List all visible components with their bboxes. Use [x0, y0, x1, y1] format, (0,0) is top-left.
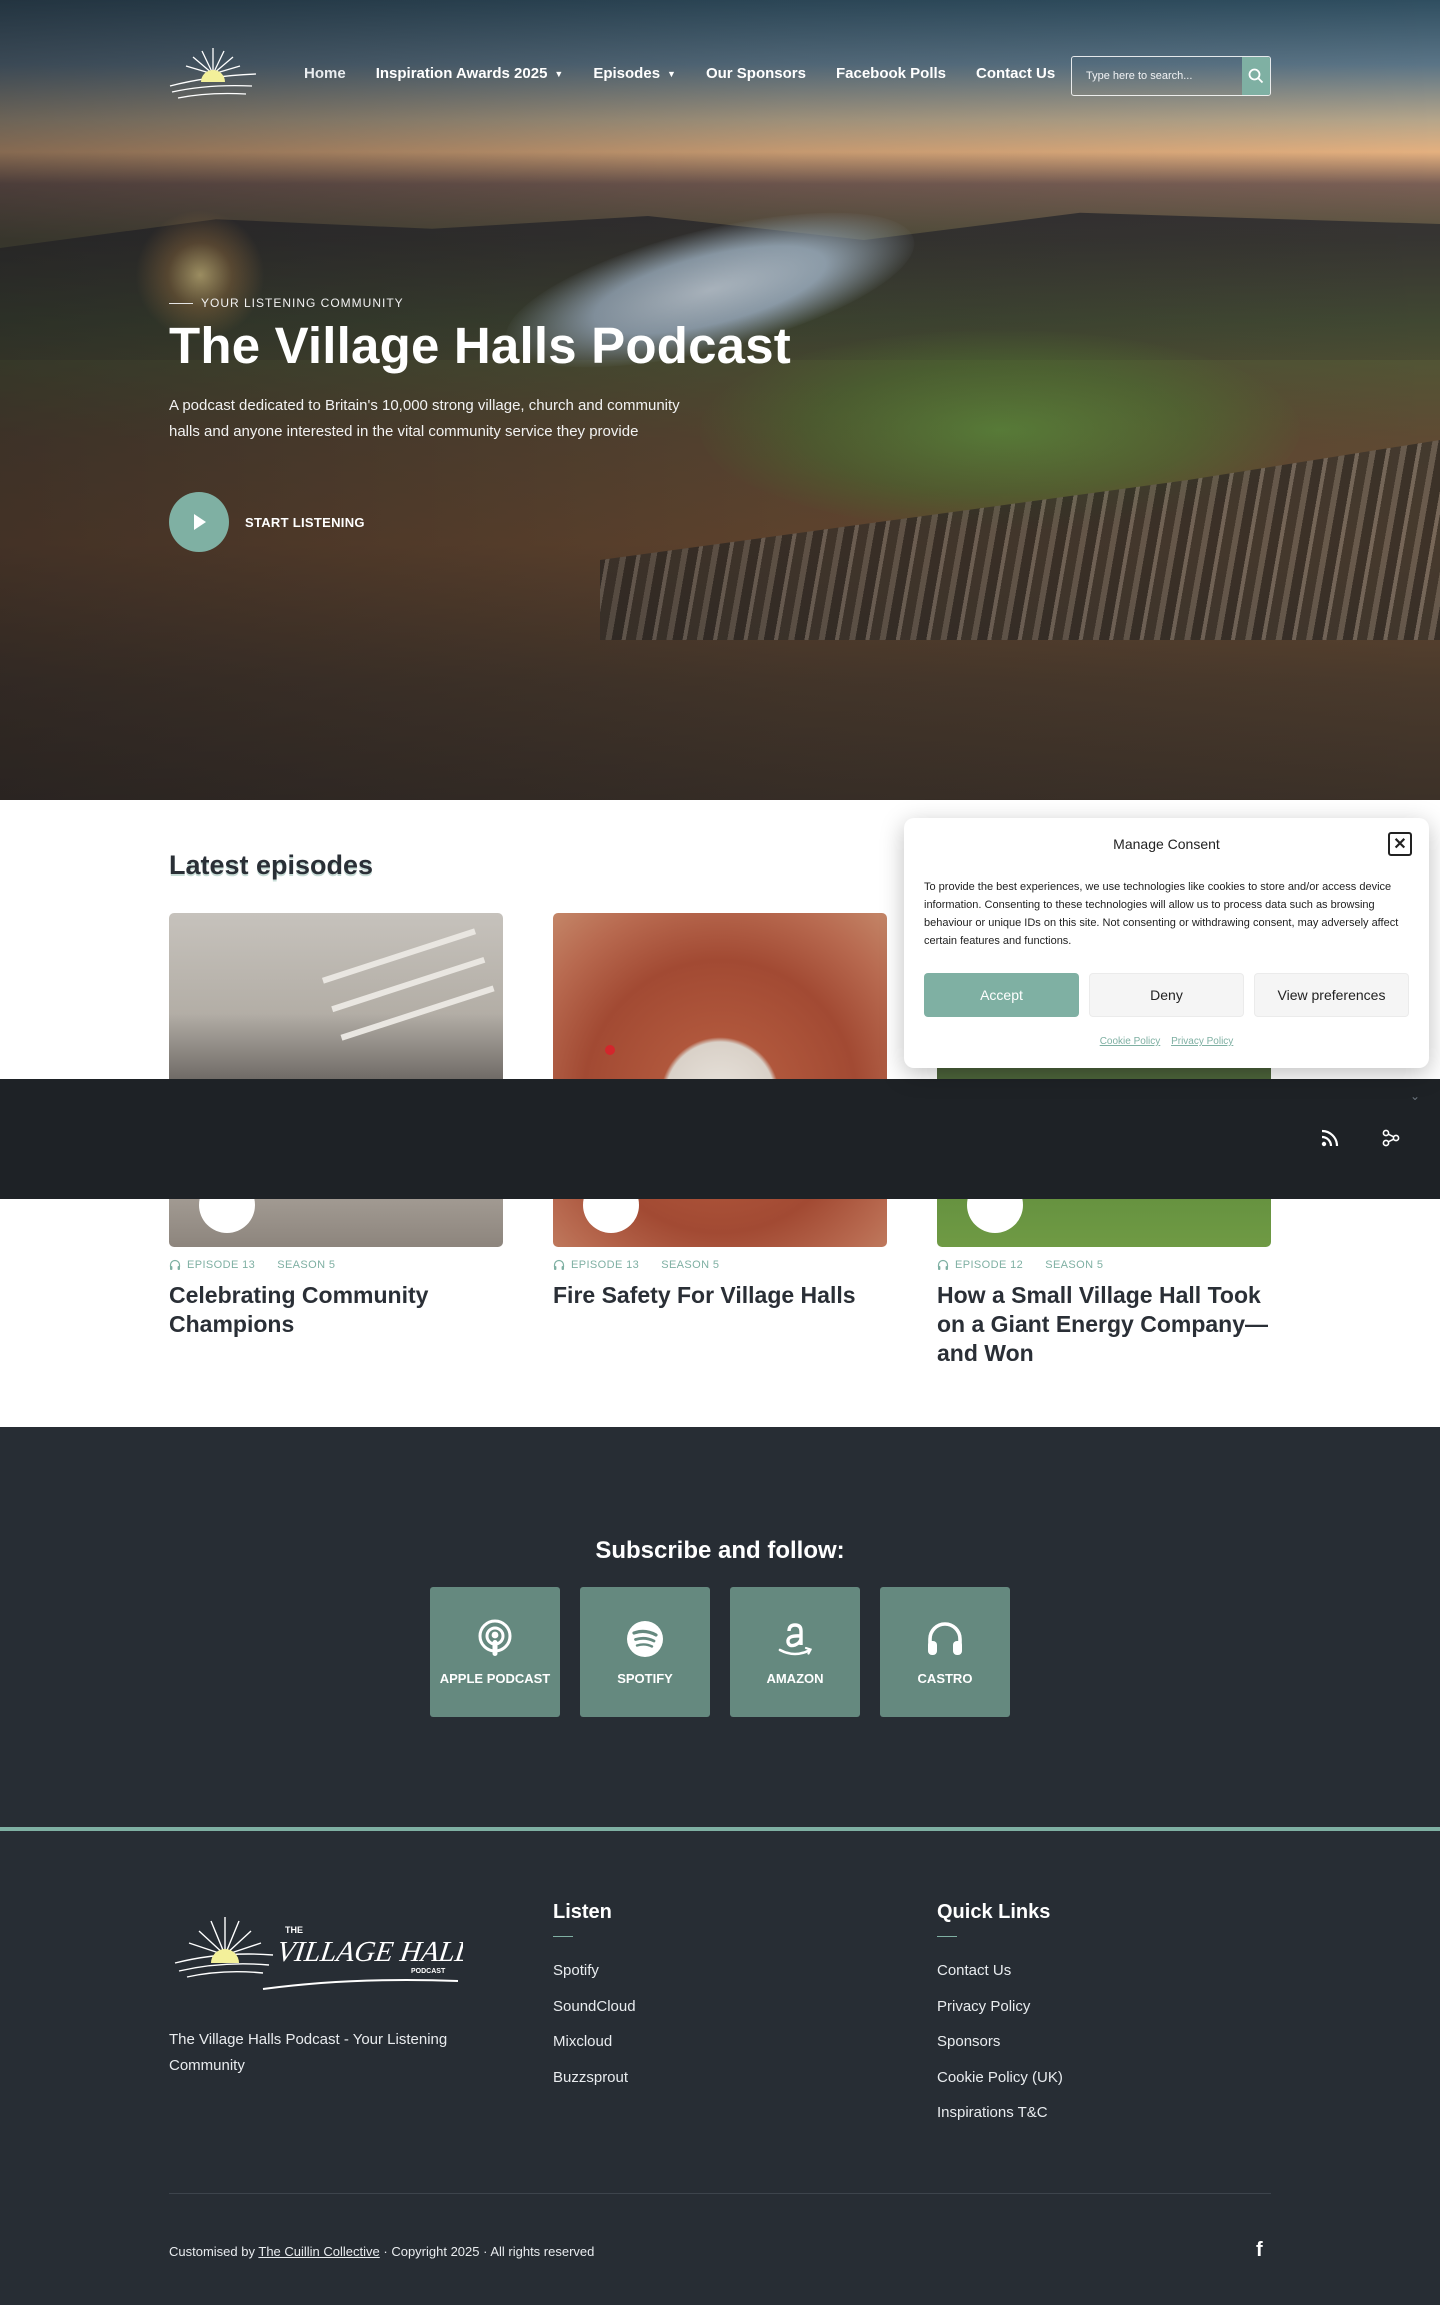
- chevron-down-icon[interactable]: ⌄: [1410, 1089, 1420, 1103]
- subscribe-tiles: APPLE PODCAST SPOTIFY AMAZON CASTRO: [430, 1587, 1010, 1717]
- share-button[interactable]: [1380, 1127, 1402, 1149]
- subscribe-apple-podcast[interactable]: APPLE PODCAST: [430, 1587, 560, 1717]
- consent-text: To provide the best experiences, we use …: [924, 881, 1399, 947]
- main-nav: Home Inspiration Awards 2025 ▼ Episodes ▼ …: [304, 65, 1055, 82]
- nav-episodes[interactable]: Episodes ▼: [593, 65, 676, 82]
- subscribe-spotify[interactable]: SPOTIFY: [580, 1587, 710, 1717]
- footer-divider-accent: [937, 1936, 957, 1937]
- episode-meta: EPISODE 12 SEASON 5: [937, 1259, 1271, 1271]
- rss-icon: [1321, 1129, 1339, 1147]
- tile-label: APPLE PODCAST: [439, 1670, 551, 1686]
- footer-link-privacy[interactable]: Privacy Policy: [937, 1989, 1063, 2025]
- episode-title[interactable]: Celebrating Community Champions: [169, 1281, 503, 1339]
- copyright-suffix: · Copyright 2025 · All rights reserved: [383, 2244, 595, 2259]
- accept-button[interactable]: Accept: [924, 973, 1079, 1017]
- nav-home[interactable]: Home: [304, 65, 346, 82]
- episode-title[interactable]: Fire Safety For Village Halls: [553, 1281, 887, 1310]
- subscribe-castro[interactable]: CASTRO: [880, 1587, 1010, 1717]
- play-button[interactable]: [169, 492, 229, 552]
- eyebrow-line: [169, 302, 193, 304]
- chevron-down-icon: ▼: [554, 68, 564, 79]
- footer-logo-the: THE: [285, 1925, 303, 1935]
- facebook-icon[interactable]: f: [1256, 2239, 1263, 2262]
- consent-dialog: Manage Consent ✕ To provide the best exp…: [904, 818, 1429, 1068]
- nav-sponsors[interactable]: Our Sponsors: [706, 65, 806, 82]
- nav-inspiration-awards[interactable]: Inspiration Awards 2025 ▼: [376, 65, 564, 82]
- episode-number: EPISODE 13: [571, 1259, 640, 1271]
- subscribe-section: Subscribe and follow: APPLE PODCAST SPOT…: [0, 1427, 1440, 1827]
- close-icon[interactable]: ✕: [1388, 832, 1412, 856]
- credit-link[interactable]: The Cuillin Collective: [258, 2244, 379, 2259]
- start-listening-label: START LISTENING: [245, 514, 365, 530]
- spotify-icon: [627, 1620, 663, 1657]
- footer-link-cookie-policy[interactable]: Cookie Policy (UK): [937, 2060, 1063, 2096]
- hero-description: A podcast dedicated to Britain's 10,000 …: [169, 397, 680, 440]
- sticky-player-bar: ⌄: [0, 1079, 1440, 1199]
- episode-season: SEASON 5: [1045, 1259, 1104, 1271]
- copyright-prefix: Customised by: [169, 2244, 255, 2259]
- view-preferences-button[interactable]: View preferences: [1254, 973, 1409, 1017]
- site-header: Home Inspiration Awards 2025 ▼ Episodes ▼ …: [0, 0, 1440, 150]
- search-box: [1071, 56, 1271, 96]
- chevron-down-icon: ▼: [667, 68, 676, 79]
- footer-logo[interactable]: THE VILLAGE HALLS PODCAST: [173, 1911, 463, 2001]
- share-icon: [1382, 1129, 1400, 1147]
- tile-label: SPOTIFY: [617, 1670, 673, 1686]
- deny-button[interactable]: Deny: [1089, 973, 1244, 1017]
- footer-divider: [169, 2193, 1271, 2194]
- headphones-icon: [169, 1259, 181, 1270]
- footer-listen-title: Listen: [553, 1901, 612, 1923]
- footer-link-soundcloud[interactable]: SoundCloud: [553, 1989, 636, 2025]
- footer-link-spotify[interactable]: Spotify: [553, 1953, 636, 1989]
- privacy-policy-link[interactable]: Privacy Policy: [1171, 1036, 1233, 1047]
- footer-tagline: The Village Halls Podcast - Your Listeni…: [169, 2031, 448, 2074]
- play-icon: [194, 514, 206, 530]
- search-icon: [1248, 68, 1264, 84]
- tile-label: CASTRO: [917, 1670, 973, 1686]
- apple-podcast-icon: [478, 1619, 512, 1656]
- hero-eyebrow: YOUR LISTENING COMMUNITY: [169, 296, 404, 310]
- footer-link-buzzsprout[interactable]: Buzzsprout: [553, 2060, 636, 2096]
- search-input[interactable]: [1072, 57, 1242, 95]
- headphones-icon: [928, 1621, 962, 1655]
- subscribe-title: Subscribe and follow:: [595, 1537, 845, 1564]
- episode-meta: EPISODE 13 SEASON 5: [169, 1259, 503, 1271]
- eyebrow-text: YOUR LISTENING COMMUNITY: [201, 296, 404, 310]
- footer-logo-name: VILLAGE HALLS: [275, 1936, 463, 1968]
- consent-title: Manage Consent: [1113, 836, 1220, 852]
- nav-facebook-polls[interactable]: Facebook Polls: [836, 65, 946, 82]
- footer-copyright: Customised by The Cuillin Collective · C…: [169, 2244, 594, 2259]
- episode-season: SEASON 5: [661, 1259, 720, 1271]
- headphones-icon: [553, 1259, 565, 1270]
- search-button[interactable]: [1242, 57, 1270, 95]
- hero-title: The Village Halls Podcast: [169, 317, 791, 374]
- footer-link-mixcloud[interactable]: Mixcloud: [553, 2024, 636, 2060]
- nav-contact[interactable]: Contact Us: [976, 65, 1055, 82]
- rss-button[interactable]: [1319, 1127, 1341, 1149]
- cookie-policy-link[interactable]: Cookie Policy: [1100, 1036, 1161, 1047]
- site-logo[interactable]: [168, 46, 258, 102]
- episode-number: EPISODE 13: [187, 1259, 256, 1271]
- footer-quick-links-title: Quick Links: [937, 1901, 1051, 1923]
- footer-link-sponsors[interactable]: Sponsors: [937, 2024, 1063, 2060]
- tile-label: AMAZON: [766, 1670, 824, 1686]
- footer-link-contact[interactable]: Contact Us: [937, 1953, 1063, 1989]
- episode-number: EPISODE 12: [955, 1259, 1024, 1271]
- episode-season: SEASON 5: [277, 1259, 336, 1271]
- start-listening[interactable]: START LISTENING: [169, 492, 365, 552]
- subscribe-amazon[interactable]: AMAZON: [730, 1587, 860, 1717]
- footer-listen-column: Listen Spotify SoundCloud Mixcloud Buzzs…: [553, 1901, 636, 2095]
- amazon-icon: [778, 1622, 813, 1655]
- footer-divider-accent: [553, 1936, 573, 1937]
- episode-meta: EPISODE 13 SEASON 5: [553, 1259, 887, 1271]
- footer-logo-sub: PODCAST: [411, 1968, 446, 1975]
- latest-episodes-title: Latest episodes: [169, 850, 374, 880]
- footer-quick-links-column: Quick Links Contact Us Privacy Policy Sp…: [937, 1901, 1063, 2131]
- footer-link-inspirations-tc[interactable]: Inspirations T&C: [937, 2095, 1063, 2131]
- headphones-icon: [937, 1259, 949, 1270]
- consent-links: Cookie Policy Privacy Policy: [904, 1036, 1429, 1047]
- episode-title[interactable]: How a Small Village Hall Took on a Giant…: [937, 1281, 1271, 1368]
- site-footer: THE VILLAGE HALLS PODCAST The Village Ha…: [0, 1827, 1440, 2305]
